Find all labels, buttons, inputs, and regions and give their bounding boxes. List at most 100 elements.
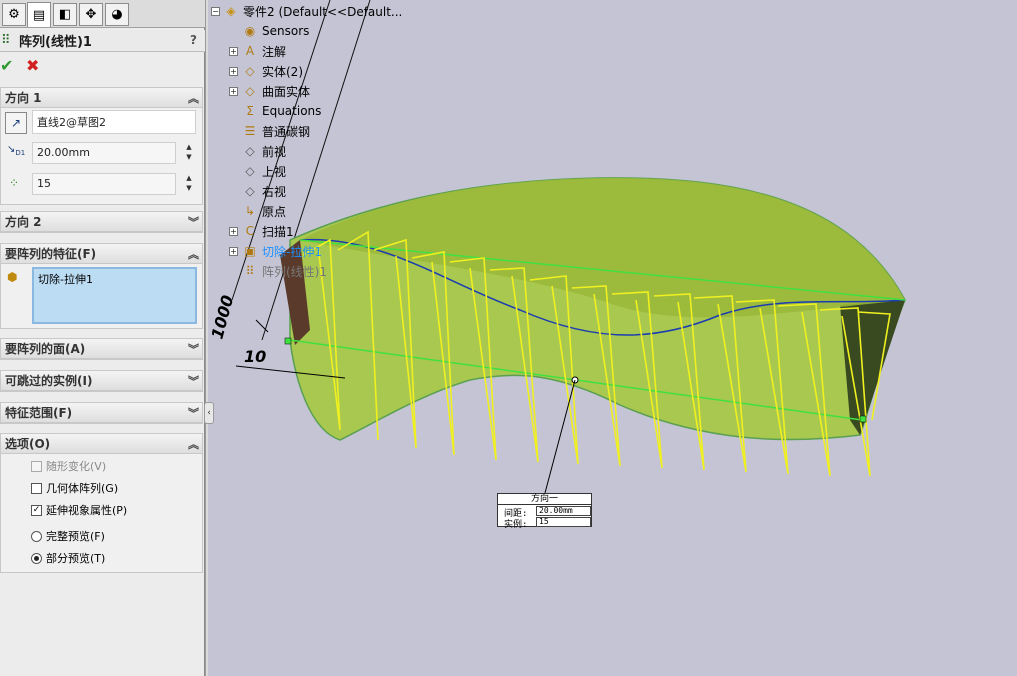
radio-unselected[interactable] (31, 530, 42, 542)
tree-item[interactable]: ⠿ 阵列(线性)1 (242, 262, 327, 280)
vary-sketch-checkbox[interactable]: 随形变化(V) (31, 458, 106, 474)
ok-button[interactable]: ✔ (0, 56, 13, 75)
callout-spacing-value[interactable]: 20.00mm (536, 506, 591, 516)
tree-item-label: 前视 (262, 144, 287, 159)
radio-selected[interactable] (31, 552, 42, 564)
chevron-up-icon[interactable]: ︽ (188, 436, 199, 452)
options-header[interactable]: 选项(O) ︽ (1, 434, 202, 454)
spacing-dim-label: D1 (15, 149, 26, 157)
plane-icon: ◇ (245, 164, 255, 178)
options-header-label: 选项(O) (5, 437, 51, 451)
callout-instances-value[interactable]: 15 (536, 517, 591, 527)
chevron-down-icon[interactable]: ︾ (188, 341, 199, 357)
features-to-pattern-header[interactable]: 要阵列的特征(F) ︽ (1, 244, 202, 264)
page-title: 阵列(线性)1 (19, 35, 92, 50)
direction2-header[interactable]: 方向 2 ︾ (1, 212, 202, 232)
dimxpert-icon[interactable]: ✥ (79, 3, 103, 26)
expand-icon[interactable]: + (229, 47, 238, 56)
propagate-visual-label: 延伸视象属性(P) (46, 504, 128, 517)
instances-stepper[interactable]: ▲ ▼ (182, 173, 196, 195)
tree-item[interactable]: ◇ 曲面实体 (242, 82, 310, 100)
expand-icon[interactable]: + (229, 227, 238, 236)
tree-item-label: 普通碳钢 (262, 124, 311, 139)
expand-icon[interactable]: + (229, 67, 238, 76)
handle-end[interactable] (859, 415, 867, 423)
geometry-pattern-checkbox[interactable]: 几何体阵列(G) (31, 480, 118, 496)
tree-item-label: 实体(2) (262, 64, 303, 79)
tree-item[interactable]: ◇ 实体(2) (242, 62, 303, 80)
tree-item[interactable]: C 扫描1 (242, 222, 294, 240)
chevron-down-icon[interactable]: ︾ (188, 405, 199, 421)
tree-root-label: 零件2 (Default<<Default... (243, 4, 403, 19)
partial-preview-radio[interactable]: 部分预览(T) (31, 550, 105, 566)
property-manager-icon[interactable]: ▤ (27, 2, 51, 27)
chevron-up-icon[interactable]: ︽ (188, 90, 199, 106)
full-preview-radio[interactable]: 完整预览(F) (31, 528, 105, 544)
direction2-header-label: 方向 2 (5, 215, 42, 229)
tree-item-label: 扫描1 (262, 224, 294, 239)
features-to-pattern-group: 要阵列的特征(F) ︽ ⬢ 切除-拉伸1 (0, 243, 203, 329)
tree-item[interactable]: ▣ 切除-拉伸1 (242, 242, 322, 260)
feature-scope-group: 特征范围(F) ︾ (0, 402, 203, 424)
collapse-icon[interactable]: − (211, 7, 220, 16)
property-manager-title-bar: ⠿ 阵列(线性)1 ? (0, 30, 205, 52)
surface-bodies-icon: ◇ (245, 84, 255, 98)
plane-icon: ◇ (245, 144, 255, 158)
graphics-viewport[interactable]: 1000 10 (209, 0, 1017, 676)
checkbox-unchecked[interactable] (31, 460, 42, 472)
spacing-stepper[interactable]: ▲ ▼ (182, 142, 196, 164)
tree-item[interactable]: ↳ 原点 (242, 202, 286, 220)
cut-extrude-icon: ▣ (244, 244, 256, 258)
instances-icon: ⁘ (9, 176, 20, 190)
handle-start[interactable] (284, 337, 292, 345)
property-manager-panel: ⚙ ▤ ◧ ✥ ◕ ⠿ 阵列(线性)1 ? ✔ ✖ 方向 1 ︽ ↗ 直线2@草… (0, 0, 205, 676)
ok-cancel-bar: ✔ ✖ (0, 56, 205, 76)
tree-item[interactable]: A 注解 (242, 42, 286, 60)
direction1-header[interactable]: 方向 1 ︽ (1, 88, 202, 108)
tree-item[interactable]: ◉ Sensors (242, 22, 310, 40)
chevron-down-icon[interactable]: ︾ (188, 214, 199, 230)
tree-root[interactable]: ◈ 零件2 (Default<<Default... (223, 2, 402, 20)
tree-item[interactable]: ◇ 上视 (242, 162, 286, 180)
checkbox-checked[interactable]: ✓ (31, 504, 42, 516)
display-manager-icon[interactable]: ◕ (105, 3, 129, 26)
tree-item-label: Sensors (262, 24, 310, 38)
tree-item-label: 阵列(线性)1 (262, 264, 327, 279)
checkbox-unchecked[interactable] (31, 482, 42, 494)
expand-icon[interactable]: + (229, 247, 238, 256)
tree-item[interactable]: ◇ 前视 (242, 142, 286, 160)
chevron-up-icon[interactable]: ︽ (188, 246, 199, 262)
tree-item[interactable]: ◇ 右视 (242, 182, 286, 200)
reverse-direction-icon[interactable]: ↗ (5, 112, 27, 134)
faces-to-pattern-header[interactable]: 要阵列的面(A) ︾ (1, 339, 202, 359)
propagate-visual-checkbox[interactable]: ✓ 延伸视象属性(P) (31, 502, 127, 518)
options-group: 选项(O) ︽ 随形变化(V) 几何体阵列(G) ✓ 延伸视象属性(P) 完整预… (0, 433, 203, 573)
sweep-icon: C (245, 224, 255, 238)
tree-item-label: 上视 (262, 164, 287, 179)
chevron-down-icon[interactable]: ︾ (188, 373, 199, 389)
features-list-box[interactable]: 切除-拉伸1 (32, 267, 197, 324)
feature-scope-header[interactable]: 特征范围(F) ︾ (1, 403, 202, 423)
partial-preview-label: 部分预览(T) (46, 552, 106, 565)
cancel-button[interactable]: ✖ (26, 56, 39, 75)
help-button[interactable]: ? (190, 33, 197, 47)
tree-item[interactable]: ☰ 普通碳钢 (242, 122, 310, 140)
expand-icon[interactable]: + (229, 87, 238, 96)
tree-item[interactable]: Σ Equations (242, 102, 321, 120)
linear-pattern-icon: ⠿ (245, 264, 255, 278)
manager-tabs: ⚙ ▤ ◧ ✥ ◕ (0, 0, 205, 28)
spacing-input[interactable]: 20.00mm (32, 142, 176, 164)
panel-divider[interactable] (205, 0, 208, 676)
instances-to-skip-header-label: 可跳过的实例(I) (5, 374, 93, 388)
spacing-icon: ↘D1 (7, 144, 26, 157)
instances-to-skip-header[interactable]: 可跳过的实例(I) ︾ (1, 371, 202, 391)
instances-input[interactable]: 15 (32, 173, 176, 195)
direction-reference-field[interactable]: 直线2@草图2 (32, 110, 196, 134)
configuration-manager-icon[interactable]: ◧ (53, 3, 77, 26)
solid-bodies-icon: ◇ (245, 64, 255, 78)
list-item[interactable]: 切除-拉伸1 (34, 269, 195, 289)
dimension-1000[interactable]: 1000 (209, 293, 237, 341)
feature-manager-icon[interactable]: ⚙ (2, 3, 26, 26)
pattern-callout[interactable]: 方向一 间距: 20.00mm 实例: 15 (497, 493, 592, 530)
dimension-10[interactable]: 10 (244, 347, 266, 366)
